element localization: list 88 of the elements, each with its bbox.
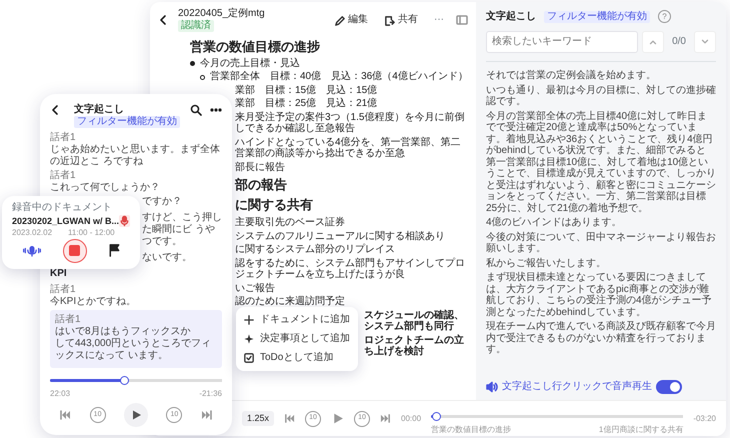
share-icon [384, 14, 395, 26]
skip-back-icon[interactable] [284, 413, 296, 424]
transcript-paragraph: 今月の営業部全体の売上目標40億に対して昨日までで受注確定20億と達成率は50%となっています。着地見込みや36おくということで、残り4億円がbehindしている状況です。また、細部でみると第一営業部は目標10億に、対して着地は10億ということで、目標達成が見えていますので、しっかりと受注はずれないよう、顧客と密にコミュニケーションをとってください。一方、第二営業部は目標25分に、対して21億の着地予想で。 [486, 110, 716, 214]
filter-badge: フィルター機能が有効 [544, 10, 650, 22]
document-line: 主要取引先のベース証券 [235, 217, 346, 229]
document-line: ロジェクトチームの立ち上げを検討 [364, 334, 465, 358]
plus-icon [244, 314, 254, 325]
menu-item[interactable]: ドキュメントに追加 [242, 312, 352, 328]
utterance-text: これって何でしょうか？ [50, 182, 161, 194]
microphone-icon [119, 215, 130, 227]
elapsed-time: 22:03 [50, 389, 70, 399]
recording-title: 20230202_LGWAN w/ B... [12, 216, 120, 226]
document-title: 20220405_定例mtg [178, 8, 265, 20]
document-line: 業部 目標：25億 見込：21億 [235, 98, 378, 110]
sub-bullet-icon [200, 74, 205, 80]
edit-button[interactable]: 編集 [330, 12, 372, 28]
document-line: 今月の売上目標・見込 [200, 58, 300, 70]
menu-item[interactable]: 決定事項として追加 [242, 330, 352, 347]
bullet-icon [190, 61, 195, 66]
speaker-icon [486, 381, 498, 393]
remaining-time: -21:36 [199, 389, 222, 399]
speed-button[interactable]: 1.25x [242, 411, 274, 426]
document-line: 業部 目標：15億 見込：15億 [235, 84, 378, 96]
filter-badge: フィルター機能が有効 [74, 116, 180, 128]
skip-forward-icon[interactable] [200, 409, 213, 421]
card-label: 録音中のドキュメント [12, 202, 113, 214]
section-heading: 営業の数値目標の進捗 [190, 40, 321, 55]
speaker-label: 話者1 [50, 132, 77, 144]
utterance-text: 今KPIとかですね。 [50, 296, 138, 308]
section-heading: に関する共有 [235, 198, 314, 214]
document-line: 来月受注予定の案件3つ（1.5億程度）を今月に前倒しできるか確認し至急報告 [235, 112, 466, 135]
transcript-paragraph: 今後の対策について、田中マネージャーより報告お願いします。 [486, 232, 716, 254]
document-line: 部長に報告 [235, 162, 286, 174]
document-line: 認をするために、システム部門もアサインしてプロジェクトチームを立ち上げたほうが良 [235, 258, 466, 281]
transcript-paragraph: それでは営業の定例会議を始めます。 [486, 70, 657, 82]
play-button[interactable] [124, 403, 148, 427]
utterance-text: して443,000円というところでフィックスになって います。 [55, 338, 212, 362]
progress-handle[interactable] [120, 376, 129, 386]
speaker-label: 話者1 [50, 170, 77, 182]
status-badge: 認識済 [178, 20, 214, 32]
search-icon[interactable] [190, 104, 202, 116]
more-button[interactable]: ··· [430, 12, 448, 28]
utterance-text: ないです。 [142, 252, 193, 264]
search-field[interactable]: 検索したいキーワード [486, 31, 638, 53]
menu-item[interactable]: ToDoとして追加 [242, 350, 352, 366]
document-line: 認のために来週訪問予定 [235, 296, 346, 308]
checkbox-icon [244, 352, 254, 363]
sparkle-icon [244, 334, 254, 344]
share-button[interactable]: 共有 [380, 12, 422, 28]
pencil-icon [334, 14, 345, 26]
utterance-text: じゃあ始めたいと思います。まず全体の近辺とこ ろですね [50, 144, 221, 168]
speaker-label: 話者1 [55, 314, 82, 326]
panel-icon[interactable] [456, 14, 468, 26]
transcript-paragraph: 4億のビハインドはあります。 [486, 217, 623, 228]
elapsed-time: 00:00 [401, 414, 422, 424]
utterance-text: すけど、こう押した瞬間にビ うやつです。 [142, 212, 222, 248]
document-line: いご報告 [235, 282, 276, 294]
chapter-label: 1億円商談に関する共有 [598, 424, 684, 434]
stop-button[interactable] [62, 238, 87, 263]
transcript-paragraph: 私からご報告いたします。 [486, 258, 607, 269]
skip-forward-icon[interactable] [380, 413, 392, 424]
remaining-time: -03:20 [693, 414, 716, 424]
flag-icon[interactable] [108, 244, 120, 258]
speaker-label: 話者1 [50, 284, 77, 296]
transcript-paragraph: 現在チーム内で進んでいる商談及び既存顧客で今月内で受注できるものがないか精査を行っております。 [486, 321, 716, 356]
match-count: 0/0 [671, 36, 687, 48]
chapter-label: 営業の数値目標の進捗 [431, 424, 512, 434]
recording-date: 2023.02.02 [12, 228, 52, 238]
document-line: システムのフルリニューアルに関する相談あり [235, 230, 446, 242]
document-line: ハインドとなっている4億分を、第一営業部、第二営業部の商談等から捻出できるか至急 [235, 136, 462, 160]
selected-utterance[interactable]: 話者1 はいで8月はもうフィックスか して443,000円というところでフィックスになって います。 [50, 310, 222, 368]
section-heading: KPI [50, 268, 68, 280]
playback-label: 文字起こし行クリックで音声再生 [502, 381, 652, 393]
transcript-paragraph: まず現状目標未達となっている要因につきましては、大方クライアントであるpic商事との交渉が難航しており、こちらの受注予測の4億がシチュー予測となったためbehindしています。 [486, 272, 713, 318]
recording-time: 11:00 - 12:00 [68, 228, 115, 238]
playback-toggle[interactable] [656, 380, 682, 394]
transcript-paragraph: いつも通り、最初は今月の目標に、対しての進捗確認です。 [486, 84, 716, 108]
document-line: 営業部全体 目標：40億 見込：36億（4億ビハインド） [210, 71, 468, 83]
section-heading: 部の報告 [235, 178, 288, 194]
skip-back-icon[interactable] [59, 409, 72, 421]
microphone-icon[interactable] [22, 244, 42, 258]
panel-title: 文字起こし [486, 10, 536, 22]
screen-title: 文字起こし [74, 104, 125, 116]
document-line: スケジュールの確認、システム部門も同行 [364, 310, 465, 333]
document-line: に関するシステム部分のリプレイス [235, 244, 396, 256]
utterance-text: ですか？ [142, 196, 183, 208]
timeline-handle[interactable] [432, 412, 442, 421]
utterance-text: はいで8月はもうフィックスか [55, 326, 192, 338]
